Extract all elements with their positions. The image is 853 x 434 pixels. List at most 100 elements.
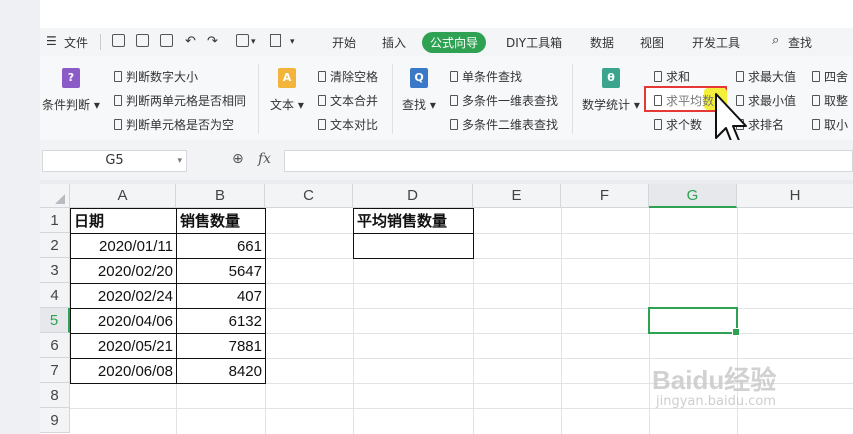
condition-judge-button[interactable]: 条件判断 ▾ (42, 96, 100, 113)
column-header-g[interactable]: G (649, 184, 737, 208)
open-folder-icon[interactable] (112, 34, 125, 47)
cell-a1[interactable]: 日期 (70, 208, 177, 234)
ribbon-multi-condition-1d-lookup[interactable]: 多条件一维表查找 (450, 92, 558, 109)
cell-qty[interactable]: 7881 (176, 333, 266, 359)
more-dropdown-icon[interactable]: ▾ (290, 37, 295, 47)
condition-judge-icon[interactable]: ? (62, 68, 80, 88)
name-box[interactable]: G5 ▾ (42, 150, 187, 172)
cell-reference: G5 (105, 153, 124, 168)
ribbon-decimal[interactable]: 取小 (812, 116, 848, 133)
cell-qty[interactable]: 5647 (176, 258, 266, 284)
ribbon-round[interactable]: 四舍 (812, 68, 848, 85)
column-header-a[interactable]: A (70, 184, 176, 208)
bookmark-icon (654, 71, 662, 82)
ribbon-count[interactable]: 求个数 (654, 116, 702, 133)
lookup-icon[interactable]: Q (410, 68, 428, 88)
tab-formula-wizard[interactable]: 公式向导 (422, 32, 487, 53)
column-header-f[interactable]: F (561, 184, 649, 208)
bookmark-icon (318, 119, 326, 130)
cell-date[interactable]: 2020/02/20 (70, 258, 177, 284)
row-header-6[interactable]: 6 (40, 333, 70, 358)
bookmark-icon (736, 71, 744, 82)
cell-b1[interactable]: 销售数量 (176, 208, 266, 234)
formula-input[interactable] (284, 150, 853, 172)
name-box-dropdown-icon[interactable]: ▾ (177, 151, 182, 171)
cell-date[interactable]: 2020/05/21 (70, 333, 177, 359)
select-all-corner[interactable] (40, 184, 70, 208)
row-header-8[interactable]: 8 (40, 383, 70, 408)
text-button[interactable]: 文本 ▾ (270, 96, 304, 113)
ribbon-text-merge[interactable]: 文本合并 (318, 92, 378, 109)
row-header-5[interactable]: 5 (40, 308, 70, 333)
tab-insert[interactable]: 插入 (382, 34, 406, 51)
tab-diy-toolbox[interactable]: DIY工具箱 (506, 34, 562, 51)
math-stats-icon[interactable]: θ (602, 68, 620, 88)
cell-date[interactable]: 2020/06/08 (70, 358, 177, 384)
bookmark-icon (812, 119, 820, 130)
row-header-4[interactable]: 4 (40, 283, 70, 308)
fill-handle[interactable] (732, 328, 740, 336)
ribbon-max[interactable]: 求最大值 (736, 68, 796, 85)
cell-qty[interactable]: 661 (176, 233, 266, 259)
ribbon-text-compare[interactable]: 文本对比 (318, 116, 378, 133)
print-preview-icon[interactable] (160, 34, 173, 47)
ribbon-clear-spaces[interactable]: 清除空格 (318, 68, 378, 85)
cell-qty[interactable]: 8420 (176, 358, 266, 384)
tab-view[interactable]: 视图 (640, 34, 664, 51)
search-button[interactable]: 查找 (788, 34, 812, 51)
ribbon-integer[interactable]: 取整 (812, 92, 848, 109)
new-doc-icon[interactable] (270, 34, 281, 47)
print-dropdown-icon[interactable]: ▾ (251, 37, 256, 47)
column-header-c[interactable]: C (265, 184, 353, 208)
watermark-url: jingyan.baidu.com (656, 394, 776, 409)
text-icon[interactable]: A (278, 68, 296, 88)
cell-date[interactable]: 2020/04/06 (70, 308, 177, 334)
column-header-e[interactable]: E (473, 184, 561, 208)
cell-qty[interactable]: 407 (176, 283, 266, 309)
cell-date[interactable]: 2020/02/24 (70, 283, 177, 309)
ribbon-average[interactable]: 求平均数 (654, 92, 714, 109)
cell-date[interactable]: 2020/01/11 (70, 233, 177, 259)
bookmark-icon (450, 71, 458, 82)
print-icon[interactable] (236, 34, 249, 47)
bookmark-icon (114, 95, 122, 106)
column-header-h[interactable]: H (737, 184, 853, 208)
selected-cell-g5[interactable] (648, 307, 740, 336)
tab-developer[interactable]: 开发工具 (692, 34, 740, 51)
menu-bar: ☰ 文件 ↶ ↷ ▾ ▾ 开始 插入 公式向导 DIY工具箱 数据 视图 开发工… (40, 28, 853, 56)
cell-qty[interactable]: 6132 (176, 308, 266, 334)
column-header-b[interactable]: B (176, 184, 265, 208)
fx-button[interactable]: fx (258, 151, 271, 167)
search-icon[interactable]: ⌕ (772, 33, 779, 48)
ribbon-judge-cell-empty[interactable]: 判断单元格是否为空 (114, 116, 234, 133)
ribbon-judge-two-cells-same[interactable]: 判断两单元格是否相同 (114, 92, 246, 109)
cell-d2[interactable] (353, 233, 474, 259)
tab-data[interactable]: 数据 (590, 34, 614, 51)
menu-file[interactable]: 文件 (64, 34, 88, 51)
ribbon-multi-condition-2d-lookup[interactable]: 多条件二维表查找 (450, 116, 558, 133)
bookmark-icon (318, 95, 326, 106)
ribbon-sum[interactable]: 求和 (654, 68, 690, 85)
column-header-d[interactable]: D (353, 184, 473, 208)
row-header-7[interactable]: 7 (40, 358, 70, 383)
row-header-9[interactable]: 9 (40, 408, 70, 433)
ribbon-single-condition-lookup[interactable]: 单条件查找 (450, 68, 522, 85)
row-header-3[interactable]: 3 (40, 258, 70, 283)
save-icon[interactable] (136, 34, 149, 47)
ribbon-divider (572, 64, 573, 134)
hamburger-icon[interactable]: ☰ (46, 34, 57, 48)
bookmark-icon (318, 71, 326, 82)
zoom-icon[interactable]: ⊕ (232, 151, 244, 167)
formula-bar: G5 ▾ ⊕ fx (40, 140, 853, 180)
row-header-1[interactable]: 1 (40, 208, 70, 233)
row-header-2[interactable]: 2 (40, 233, 70, 258)
undo-icon[interactable]: ↶ (185, 34, 196, 49)
tab-home[interactable]: 开始 (332, 34, 356, 51)
ribbon-divider (392, 64, 393, 134)
bookmark-icon (812, 71, 820, 82)
math-stats-button[interactable]: 数学统计 ▾ (582, 96, 640, 113)
cell-d1[interactable]: 平均销售数量 (353, 208, 474, 234)
redo-icon[interactable]: ↷ (207, 34, 218, 49)
lookup-button[interactable]: 查找 ▾ (402, 96, 436, 113)
ribbon-judge-number-size[interactable]: 判断数字大小 (114, 68, 198, 85)
